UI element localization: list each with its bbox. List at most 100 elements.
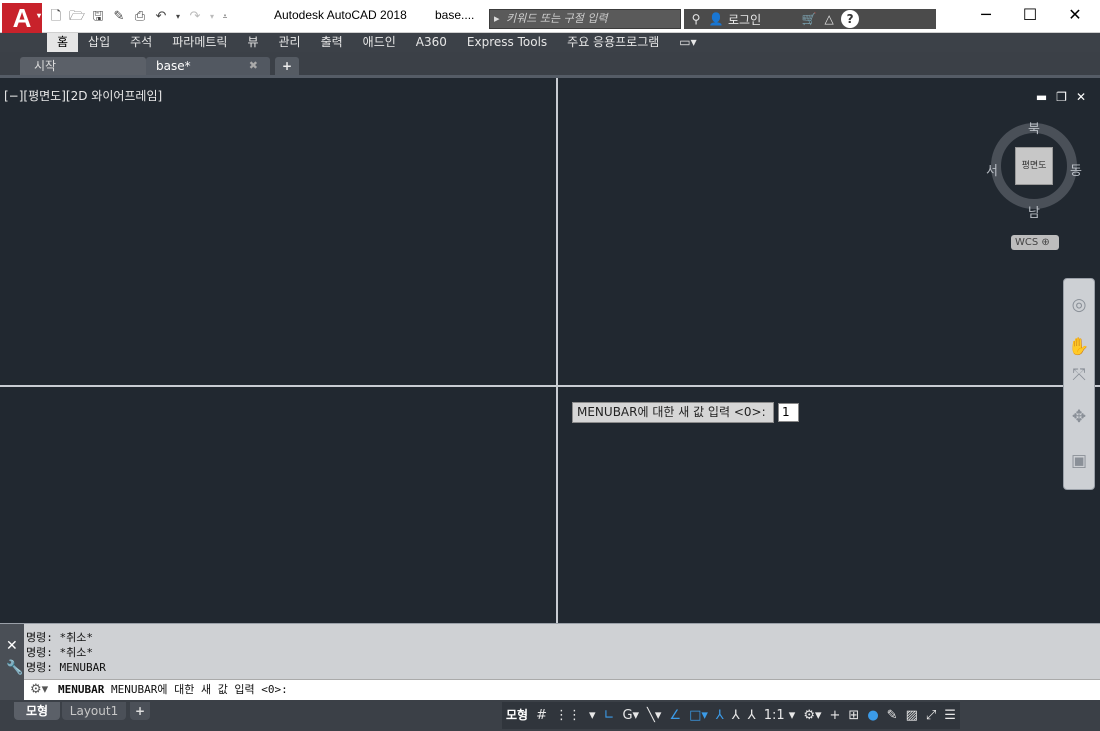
tab-base[interactable]: base* ✖: [146, 57, 270, 75]
user-icon[interactable]: 👤: [708, 12, 724, 26]
save-as-icon[interactable]: ✎: [111, 9, 127, 25]
pan-icon[interactable]: ✋: [1064, 337, 1094, 357]
add-layout-button[interactable]: +: [130, 702, 150, 720]
tab-insert[interactable]: 삽입: [78, 33, 120, 52]
file-title: base....: [435, 8, 475, 22]
tab-home[interactable]: 홈: [47, 33, 79, 52]
customize-wrench-icon[interactable]: 🔧: [6, 660, 23, 676]
tab-layout1[interactable]: Layout1: [62, 702, 126, 720]
quick-properties-icon[interactable]: ●: [863, 702, 882, 729]
viewport-restore-icon[interactable]: ❐: [1056, 90, 1067, 104]
status-bar: 모형 Layout1 + 모형 # ⋮⋮ ▾ ∟ G▾ ╲▾ ∠ □▾ ⅄ ⅄ …: [0, 700, 1100, 731]
application-menu-button[interactable]: A ▾: [2, 3, 42, 33]
history-line: 명령: *취소*: [26, 646, 93, 659]
close-tab-icon[interactable]: ✖: [249, 57, 258, 75]
viewcube[interactable]: 평면도 북 남 서 동: [986, 118, 1082, 221]
ribbon-tabs: 홈 삽입 주석 파라메트릭 뷰 관리 출력 애드인 A360 Express T…: [0, 33, 1100, 52]
annotation-scale-icon[interactable]: ⅄: [744, 702, 760, 729]
workspace-gear-icon[interactable]: ⚙▾: [799, 702, 825, 729]
tab-parametric[interactable]: 파라메트릭: [162, 33, 237, 52]
orbit-icon[interactable]: ✥: [1064, 407, 1094, 427]
a360-icon[interactable]: △: [821, 12, 837, 26]
tab-model[interactable]: 모형: [14, 702, 60, 720]
tab-base-label: base*: [156, 59, 191, 73]
tab-addins[interactable]: 애드인: [353, 33, 406, 52]
ortho-icon[interactable]: ∟: [600, 702, 619, 729]
undo-icon[interactable]: ↶: [153, 9, 169, 25]
open-folder-icon[interactable]: 🗁: [69, 9, 85, 25]
customize-qat-icon[interactable]: ⩡: [221, 9, 229, 25]
tab-manage[interactable]: 관리: [268, 33, 310, 52]
minimize-button[interactable]: ─: [964, 5, 1008, 24]
units-icon[interactable]: ⊞: [844, 702, 863, 729]
navigation-bar: ◎ ✋ ⤧ ✥ ▣: [1063, 278, 1095, 490]
crosshair-horizontal: [0, 385, 1100, 387]
print-icon[interactable]: ⎙: [132, 9, 148, 25]
redo-dropdown-icon[interactable]: ▾: [208, 9, 216, 25]
binoculars-icon[interactable]: ⚲: [688, 12, 704, 26]
isodraft-icon[interactable]: ╲▾: [643, 702, 665, 729]
close-button[interactable]: ✕: [1053, 5, 1097, 24]
dynamic-input-prompt: MENUBAR에 대한 새 값 입력 <0>:: [572, 402, 774, 423]
login-button[interactable]: 로그인: [728, 11, 761, 28]
viewport-minimize-icon[interactable]: ▬: [1036, 90, 1047, 104]
steering-wheel-icon[interactable]: ◎: [1064, 295, 1094, 315]
showmotion-icon[interactable]: ▣: [1064, 451, 1094, 471]
viewcube-top-face[interactable]: 평면도: [1015, 147, 1053, 185]
viewport-controls: ▬ ❐ ✕: [1036, 90, 1086, 104]
annotation-visibility-icon[interactable]: ⅄: [712, 702, 728, 729]
cart-icon[interactable]: 🛒: [801, 12, 817, 26]
auto-scale-icon[interactable]: ⅄: [728, 702, 744, 729]
snap-dropdown-icon[interactable]: ▾: [585, 702, 600, 729]
viewport-close-icon[interactable]: ✕: [1076, 90, 1086, 104]
close-command-icon[interactable]: ✕: [6, 638, 18, 654]
tab-a360[interactable]: A360: [406, 33, 457, 52]
polar-icon[interactable]: G▾: [618, 702, 643, 729]
ribbon-minimize-icon[interactable]: ▭▾: [669, 33, 706, 52]
tab-view[interactable]: 뷰: [237, 33, 268, 52]
clean-screen-icon[interactable]: ⤢: [922, 702, 940, 729]
help-icon[interactable]: ?: [841, 10, 860, 28]
annotation-monitor-icon[interactable]: +: [826, 702, 845, 729]
object-snap-icon[interactable]: □▾: [685, 702, 712, 729]
model-space-button[interactable]: 모형: [502, 702, 532, 729]
tab-express-tools[interactable]: Express Tools: [457, 33, 557, 52]
zoom-extents-icon[interactable]: ⤧: [1064, 365, 1094, 385]
compass-south[interactable]: 남: [1028, 202, 1040, 221]
new-tab-button[interactable]: +: [275, 57, 299, 75]
viewport-label[interactable]: [−][평면도][2D 와이어프레임]: [4, 87, 162, 104]
drawing-viewport[interactable]: [−][평면도][2D 와이어프레임] ▬ ❐ ✕ 평면도 북 남 서 동 WC…: [0, 78, 1100, 623]
document-tabs: 시작 base* ✖ +: [0, 52, 1100, 78]
wcs-menu[interactable]: WCS ⊕: [1011, 235, 1059, 250]
tab-featured-apps[interactable]: 주요 응용프로그램: [557, 33, 669, 52]
isolate-objects-icon[interactable]: ✎: [883, 702, 902, 729]
maximize-button[interactable]: ☐: [1008, 5, 1052, 24]
compass-north[interactable]: 북: [1028, 118, 1040, 137]
customization-menu-icon[interactable]: ☰: [940, 702, 960, 729]
save-icon[interactable]: 🖫: [90, 9, 106, 25]
grid-icon[interactable]: #: [532, 702, 551, 729]
command-line-panel: ✕ 🔧 명령: *취소* 명령: *취소* 명령: MENUBAR ⚙▾ MEN…: [0, 623, 1100, 701]
active-command: MENUBAR: [58, 683, 105, 696]
hardware-acceleration-icon[interactable]: ▨: [902, 702, 922, 729]
history-line: 명령: *취소*: [26, 631, 93, 644]
redo-icon[interactable]: ↷: [187, 9, 203, 25]
new-file-icon[interactable]: 🗋: [48, 9, 64, 25]
crosshair-vertical: [556, 78, 558, 623]
dynamic-input-field[interactable]: 1: [778, 403, 799, 422]
scale-selector[interactable]: 1:1 ▾: [760, 702, 800, 729]
snap-icon[interactable]: ⋮⋮: [551, 702, 585, 729]
tab-annotate[interactable]: 주석: [120, 33, 162, 52]
command-prompt: MENUBAR에 대한 새 값 입력 <0>:: [110, 683, 288, 696]
tab-output[interactable]: 출력: [311, 33, 353, 52]
keyword-search-input[interactable]: 키워드 또는 구절 입력: [489, 9, 681, 29]
status-tools: 모형 # ⋮⋮ ▾ ∟ G▾ ╲▾ ∠ □▾ ⅄ ⅄ ⅄ 1:1 ▾ ⚙▾ + …: [502, 702, 960, 729]
compass-east[interactable]: 동: [1070, 160, 1082, 179]
object-snap-tracking-icon[interactable]: ∠: [665, 702, 685, 729]
command-history: 명령: *취소* 명령: *취소* 명령: MENUBAR: [26, 630, 106, 675]
compass-west[interactable]: 서: [986, 160, 998, 179]
command-input[interactable]: ⚙▾ MENUBAR MENUBAR에 대한 새 값 입력 <0>:: [24, 679, 1100, 701]
undo-dropdown-icon[interactable]: ▾: [174, 9, 182, 25]
command-settings-icon[interactable]: ⚙▾: [30, 680, 48, 700]
tab-start[interactable]: 시작: [20, 57, 146, 75]
